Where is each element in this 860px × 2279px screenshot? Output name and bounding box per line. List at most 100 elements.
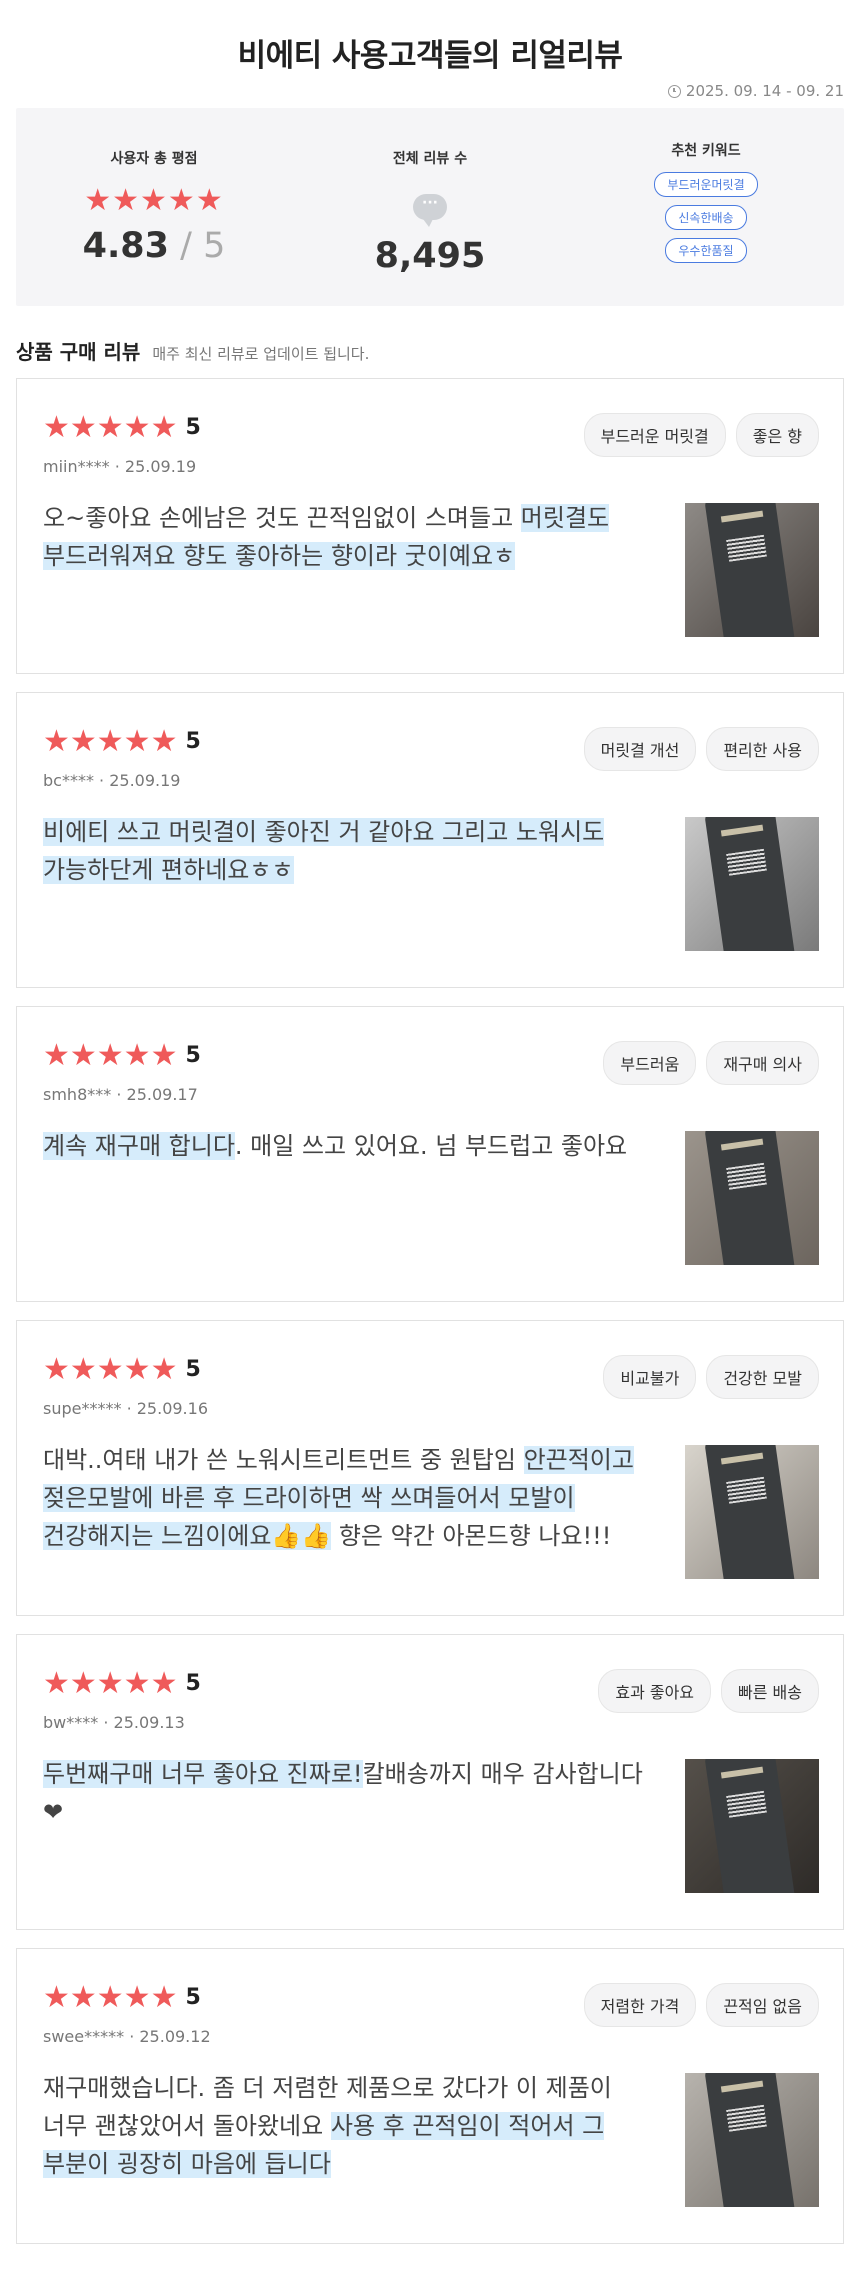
- review-tags: 부드러운 머릿결 좋은 향: [583, 413, 819, 457]
- stars-icon: ★★★★★: [43, 1038, 178, 1073]
- rating-max: 5: [203, 226, 226, 266]
- review-stars: ★★★★★ 5: [43, 1041, 201, 1071]
- review-text-highlight: 비에티 쓰고 머릿결이 좋아진 거 같아요 그리고 노워시도 가능하단게 편하네…: [43, 818, 605, 884]
- section-subtitle: 매주 최신 리뷰로 업데이트 됩니다.: [152, 345, 370, 363]
- rating-score: 4.83 / 5: [16, 226, 292, 266]
- rating-stars-icon: ★★★★★: [84, 183, 224, 218]
- review-text-after: . 매일 쓰고 있어요. 넘 부드럽고 좋아요: [234, 1132, 628, 1160]
- review-score: 5: [185, 1671, 201, 1696]
- review-text: 두번째구매 너무 좋아요 진짜로!칼배송까지 매우 감사합니다❤: [43, 1755, 643, 1831]
- review-tags: 부드러움 재구매 의사: [603, 1041, 819, 1085]
- review-meta: swee***** · 25.09.12: [43, 2027, 211, 2046]
- review-tag[interactable]: 효과 좋아요: [598, 1669, 712, 1713]
- review-tag[interactable]: 좋은 향: [735, 413, 819, 457]
- summary-rating: 사용자 총 평점 ★★★★★ 4.83 / 5: [16, 108, 292, 306]
- date-range: 2025. 09. 14 - 09. 21: [667, 82, 844, 100]
- review-text-plain: 대박..여태 내가 쓴 노워시트리트먼트 중 원탑임: [43, 1446, 524, 1474]
- review-meta: bc**** · 25.09.19: [43, 771, 181, 790]
- review-count: 8,495: [374, 236, 486, 276]
- review-meta: bw**** · 25.09.13: [43, 1713, 185, 1732]
- review-meta: smh8*** · 25.09.17: [43, 1085, 198, 1104]
- review-tag[interactable]: 부드러움: [603, 1041, 697, 1085]
- summary-keywords: 추천 키워드 부드러운머릿결 신속한배송 우수한품질: [568, 108, 844, 306]
- review-summary: 사용자 총 평점 ★★★★★ 4.83 / 5 전체 리뷰 수 8,495 추천…: [16, 108, 844, 306]
- review-meta: miin**** · 25.09.19: [43, 457, 197, 476]
- review-tag[interactable]: 부드러운 머릿결: [583, 413, 726, 457]
- review-text-after: 향은 약간 아몬드향 나요!!!: [331, 1522, 612, 1550]
- review-card[interactable]: ★★★★★ 5 miin**** · 25.09.19 부드러운 머릿결 좋은 향…: [16, 378, 844, 674]
- review-text: 재구매했습니다. 좀 더 저렴한 제품으로 갔다가 이 제품이 너무 괜찮았어서…: [43, 2069, 643, 2183]
- review-user: bw****: [43, 1713, 99, 1732]
- review-date: 25.09.16: [136, 1399, 208, 1418]
- review-score: 5: [185, 729, 201, 754]
- review-tag[interactable]: 재구매 의사: [706, 1041, 819, 1085]
- review-count-label: 전체 리뷰 수: [392, 151, 468, 167]
- keywords-label: 추천 키워드: [671, 143, 741, 159]
- review-stars: ★★★★★ 5: [43, 727, 201, 757]
- review-text: 대박..여태 내가 쓴 노워시트리트먼트 중 원탑임 안끈적이고 젖은모발에 바…: [43, 1441, 643, 1555]
- review-tag[interactable]: 저렴한 가격: [583, 1983, 697, 2027]
- review-tags: 비교불가 건강한 모발: [603, 1355, 819, 1399]
- review-tags: 머릿결 개선 편리한 사용: [583, 727, 819, 771]
- section-header: 상품 구매 리뷰 매주 최신 리뷰로 업데이트 됩니다.: [16, 336, 369, 365]
- review-score: 5: [185, 1357, 201, 1382]
- summary-count: 전체 리뷰 수 8,495: [292, 108, 568, 306]
- review-text-highlight: 두번째구매 너무 좋아요 진짜로!: [43, 1760, 363, 1788]
- product-tube-image: [704, 817, 796, 951]
- review-tag[interactable]: 머릿결 개선: [583, 727, 697, 771]
- stars-icon: ★★★★★: [43, 1666, 178, 1701]
- review-tag[interactable]: 편리한 사용: [706, 727, 819, 771]
- review-date: 25.09.17: [126, 1085, 198, 1104]
- review-user: bc****: [43, 771, 94, 790]
- review-card[interactable]: ★★★★★ 5 swee***** · 25.09.12 저렴한 가격 끈적임 없…: [16, 1948, 844, 2244]
- review-tag[interactable]: 빠른 배송: [721, 1669, 819, 1713]
- review-user: supe*****: [43, 1399, 122, 1418]
- review-stars: ★★★★★ 5: [43, 413, 201, 443]
- keyword-chip[interactable]: 신속한배송: [665, 205, 747, 230]
- review-user: miin****: [43, 457, 110, 476]
- section-title: 상품 구매 리뷰: [16, 340, 141, 364]
- review-photo[interactable]: [685, 1131, 819, 1265]
- page-title: 비에티 사용고객들의 리얼리뷰: [237, 38, 623, 74]
- review-tags: 저렴한 가격 끈적임 없음: [583, 1983, 819, 2027]
- product-tube-image: [704, 1759, 796, 1893]
- review-stars: ★★★★★ 5: [43, 1669, 201, 1699]
- keyword-chip[interactable]: 우수한품질: [665, 238, 747, 263]
- date-range-text: 2025. 09. 14 - 09. 21: [685, 82, 844, 100]
- review-user: smh8***: [43, 1085, 112, 1104]
- product-tube-image: [704, 2073, 796, 2207]
- keyword-list: 부드러운머릿결 신속한배송 우수한품질: [568, 172, 844, 263]
- keyword-chip[interactable]: 부드러운머릿결: [654, 172, 758, 197]
- review-photo[interactable]: [685, 1759, 819, 1893]
- review-stars: ★★★★★ 5: [43, 1983, 201, 2013]
- review-text-plain: 오~좋아요 손에남은 것도 끈적임없이 스며들고: [43, 504, 521, 532]
- review-photo[interactable]: [685, 2073, 819, 2207]
- review-photo[interactable]: [685, 503, 819, 637]
- review-tags: 효과 좋아요 빠른 배송: [598, 1669, 819, 1713]
- review-score: 5: [185, 1043, 201, 1068]
- rating-slash: /: [169, 226, 204, 266]
- review-tag[interactable]: 끈적임 없음: [706, 1983, 819, 2027]
- stars-icon: ★★★★★: [43, 410, 178, 445]
- review-card[interactable]: ★★★★★ 5 supe***** · 25.09.16 비교불가 건강한 모발 …: [16, 1320, 844, 1616]
- rating-label: 사용자 총 평점: [110, 151, 198, 167]
- review-photo[interactable]: [685, 817, 819, 951]
- review-stars: ★★★★★ 5: [43, 1355, 201, 1385]
- review-date: 25.09.19: [109, 771, 181, 790]
- review-photo[interactable]: [685, 1445, 819, 1579]
- review-text: 오~좋아요 손에남은 것도 끈적임없이 스며들고 머릿결도 부드러워져요 향도 …: [43, 499, 643, 575]
- review-card[interactable]: ★★★★★ 5 bc**** · 25.09.19 머릿결 개선 편리한 사용 비…: [16, 692, 844, 988]
- speech-bubble-icon: [413, 194, 447, 227]
- review-user: swee*****: [43, 2027, 125, 2046]
- review-score: 5: [185, 415, 201, 440]
- review-card[interactable]: ★★★★★ 5 smh8*** · 25.09.17 부드러움 재구매 의사 계속…: [16, 1006, 844, 1302]
- product-tube-image: [704, 1445, 796, 1579]
- review-tag[interactable]: 비교불가: [603, 1355, 697, 1399]
- review-text: 비에티 쓰고 머릿결이 좋아진 거 같아요 그리고 노워시도 가능하단게 편하네…: [43, 813, 643, 889]
- review-date: 25.09.19: [124, 457, 197, 476]
- clock-icon: [667, 84, 681, 98]
- review-score: 5: [185, 1985, 201, 2010]
- review-tag[interactable]: 건강한 모발: [706, 1355, 819, 1399]
- stars-icon: ★★★★★: [43, 1352, 178, 1387]
- review-card[interactable]: ★★★★★ 5 bw**** · 25.09.13 효과 좋아요 빠른 배송 두번…: [16, 1634, 844, 1930]
